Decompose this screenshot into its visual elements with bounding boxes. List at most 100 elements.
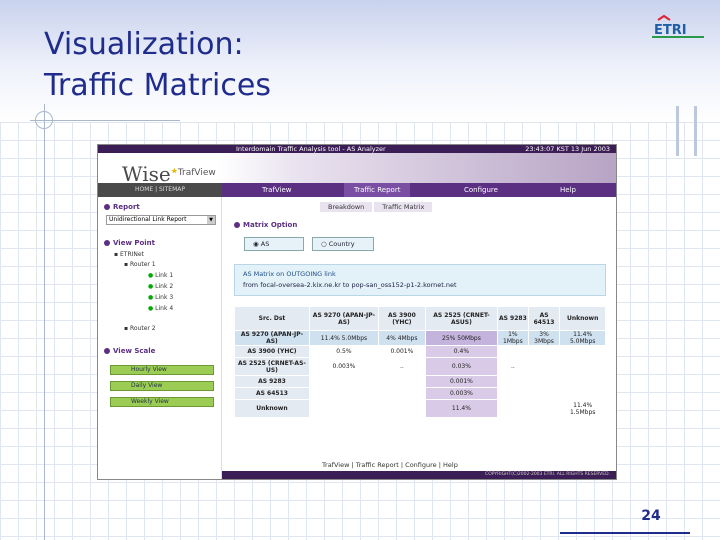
table-cell <box>527 375 561 388</box>
row-header: AS 64513 <box>234 387 310 400</box>
matrix-info-box: AS Matrix on OUTGOING link from focal-ov… <box>234 264 606 296</box>
table-cell: 11.4% 5.0Mbps <box>308 330 379 346</box>
etri-logo: ETRI <box>652 14 704 38</box>
table-cell <box>497 399 529 418</box>
report-select[interactable]: Unidirectional Link Report ▼ <box>106 215 216 225</box>
table-header-cell: AS 2525 (CRNET-ASUS) <box>424 306 499 331</box>
table-header-cell: Unknown <box>559 306 606 331</box>
table-cell <box>527 357 561 376</box>
svg-text:ETRI: ETRI <box>654 23 687 38</box>
title-line-2: Traffic Matrices <box>44 68 271 103</box>
table-cell <box>497 387 529 400</box>
table-cell: 1% 1Mbps <box>497 330 529 346</box>
nav-traffic-report[interactable]: Traffic Report <box>344 183 411 197</box>
subtabs: Breakdown Traffic Matrix <box>320 202 434 212</box>
brand-trafview: TrafView <box>177 168 216 178</box>
matrix-option-header: Matrix Option <box>234 221 297 229</box>
traffic-matrix-table: Src. Dst AS 9270 (APAN-JP-AS) AS 3900 (Y… <box>234 306 606 418</box>
app-header-title: Interdomain Traffic Analysis tool - AS A… <box>236 145 386 153</box>
decor-bar <box>676 106 679 156</box>
copyright: COPYRIGHT(C)2002-2003 ETRI. ALL RIGHTS R… <box>222 471 616 479</box>
table-row[interactable]: AS 9270 (APAN-JP-AS) 11.4% 5.0Mbps 4% 4M… <box>234 330 606 346</box>
table-cell: 11.4% 5.0Mbps <box>559 330 606 346</box>
decor-vertical-line <box>44 104 45 540</box>
table-header-row: Src. Dst AS 9270 (APAN-JP-AS) AS 3900 (Y… <box>234 306 606 331</box>
table-row[interactable]: AS 2525 (CRNET-AS-US) 0.003% .. 0.03% .. <box>234 357 606 376</box>
table-cell: 0.5% <box>308 345 379 358</box>
app-header-time: 23:43:07 KST 13 Jun 2003 <box>525 145 610 153</box>
option-country[interactable]: ○ Country <box>312 237 374 251</box>
app-header: Interdomain Traffic Analysis tool - AS A… <box>98 145 616 153</box>
table-header-cell: Src. Dst <box>234 306 310 331</box>
table-cell <box>559 345 606 358</box>
table-header-cell: AS 9270 (APAN-JP-AS) <box>308 306 379 331</box>
weekly-view-button[interactable]: Weekly View <box>110 397 214 407</box>
table-cell <box>559 375 606 388</box>
table-cell <box>308 375 379 388</box>
table-cell <box>559 387 606 400</box>
table-cell <box>308 387 379 400</box>
page-number: 24 <box>641 508 661 524</box>
table-header-cell: AS 64513 <box>527 306 561 331</box>
footer-links[interactable]: TrafView | Traffic Report | Configure | … <box>322 461 458 469</box>
tree-link-4[interactable]: ● Link 4 <box>148 305 173 312</box>
table-row[interactable]: AS 64513 0.003% <box>234 387 606 400</box>
table-cell: 4% 4Mbps <box>377 330 426 346</box>
table-cell <box>377 375 426 388</box>
row-header: AS 9270 (APAN-JP-AS) <box>234 330 310 346</box>
table-cell <box>377 399 426 418</box>
table-cell: 11.4% <box>424 399 499 418</box>
table-cell <box>497 345 529 358</box>
info-title: AS Matrix on OUTGOING link <box>243 270 336 278</box>
home-sitemap-links[interactable]: HOME | SITEMAP <box>98 183 222 197</box>
nav-trafview[interactable]: TrafView <box>256 183 298 197</box>
nav-help[interactable]: Help <box>556 183 580 197</box>
tree-link-2[interactable]: ● Link 2 <box>148 283 173 290</box>
option-as[interactable]: ◉ AS <box>244 237 304 251</box>
table-header-cell: AS 9283 <box>497 306 529 331</box>
table-cell <box>527 387 561 400</box>
brand-star-icon: ★ <box>170 166 178 176</box>
table-cell <box>308 399 379 418</box>
tree-etrinet[interactable]: ▪ ETRINet <box>114 251 144 258</box>
tab-traffic-matrix[interactable]: Traffic Matrix <box>374 202 433 212</box>
table-cell <box>559 357 606 376</box>
table-cell: 25% 50Mbps <box>424 330 499 346</box>
viewpoint-header: View Point <box>104 239 155 247</box>
tree-link-3[interactable]: ● Link 3 <box>148 294 173 301</box>
table-cell: 0.001% <box>424 375 499 388</box>
page-underline <box>560 532 690 534</box>
table-row[interactable]: Unknown 11.4% 11.4% 1.5Mbps <box>234 399 606 418</box>
table-cell: 0.003% <box>308 357 379 376</box>
tree-router-1[interactable]: ▪ Router 1 <box>124 261 156 268</box>
chevron-down-icon: ▼ <box>207 216 215 224</box>
row-header: AS 2525 (CRNET-AS-US) <box>234 357 310 376</box>
table-cell <box>497 375 529 388</box>
decor-circle <box>35 111 53 129</box>
table-cell: 0.4% <box>424 345 499 358</box>
table-cell: 0.001% <box>377 345 426 358</box>
tab-breakdown[interactable]: Breakdown <box>320 202 373 212</box>
row-header: AS 3900 (YHC) <box>234 345 310 358</box>
table-header-cell: AS 3900 (YHC) <box>377 306 426 331</box>
table-cell: 11.4% 1.5Mbps <box>559 399 606 418</box>
table-row[interactable]: AS 9283 0.001% <box>234 375 606 388</box>
nav-configure[interactable]: Configure <box>460 183 502 197</box>
hourly-view-button[interactable]: Hourly View <box>110 365 214 375</box>
report-header: Report <box>104 203 140 211</box>
app-nav: HOME | SITEMAP TrafView Traffic Report C… <box>98 183 616 197</box>
tree-router-2[interactable]: ▪ Router 2 <box>124 325 156 332</box>
app-banner: Wise★TrafView <box>98 153 616 186</box>
decor-bar <box>694 106 697 156</box>
daily-view-button[interactable]: Daily View <box>110 381 214 391</box>
info-link: from focal-oversea-2.kix.ne.kr to pop-sa… <box>243 281 457 289</box>
app-screenshot: Interdomain Traffic Analysis tool - AS A… <box>97 144 617 480</box>
table-row[interactable]: AS 3900 (YHC) 0.5% 0.001% 0.4% <box>234 345 606 358</box>
title-line-1: Visualization: <box>44 27 244 62</box>
table-cell <box>377 387 426 400</box>
table-cell: 0.03% <box>424 357 499 376</box>
row-header: Unknown <box>234 399 310 418</box>
slide: Visualization: Traffic Matrices ETRI Int… <box>0 0 720 540</box>
tree-link-1[interactable]: ● Link 1 <box>148 272 173 279</box>
viewscale-header: View Scale <box>104 347 155 355</box>
